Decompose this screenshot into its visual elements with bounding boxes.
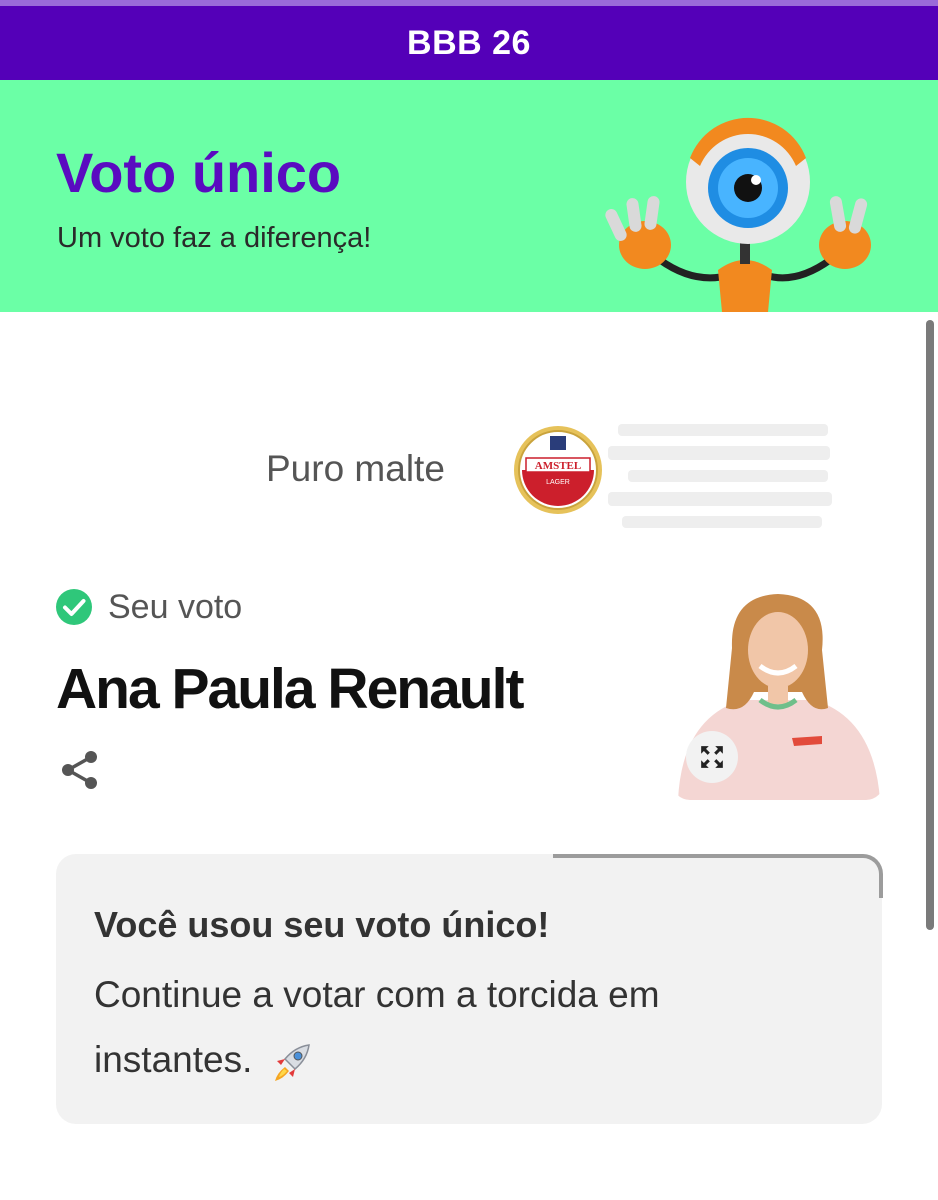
notice-body-wrapper: Continue a votar com a torcida em instan…: [94, 962, 754, 1092]
your-vote-label: Seu voto: [108, 588, 243, 626]
scrollbar[interactable]: [926, 320, 934, 930]
check-circle-icon: [56, 589, 92, 625]
hero-title: Voto único: [56, 141, 342, 204]
amstel-logo-icon: AMSTEL LAGER: [514, 426, 602, 514]
notice-body: Continue a votar com a torcida em instan…: [94, 974, 660, 1080]
amstel-logo-subtext: LAGER: [546, 479, 570, 486]
hero-banner: Voto único Um voto faz a diferença!: [0, 80, 938, 312]
candidate-name: Ana Paula Renault: [56, 657, 524, 721]
sponsor-label: Puro malte: [266, 448, 445, 489]
sponsor-faded-graphic: [608, 424, 832, 528]
share-icon: [62, 751, 97, 789]
amstel-logo-text: AMSTEL: [535, 460, 581, 472]
rocket-icon: [274, 1044, 310, 1082]
notice-title: Você usou seu voto único!: [94, 904, 550, 945]
share-button[interactable]: [58, 748, 102, 792]
expand-icon: [701, 746, 723, 768]
big-brother-eye-mascot-icon: [605, 117, 871, 312]
expand-photo-button[interactable]: [686, 731, 738, 783]
app-header: BBB 26: [0, 0, 938, 80]
hero-subtitle: Um voto faz a diferença!: [57, 222, 372, 254]
card-progress-arc: [553, 854, 883, 898]
app-title: BBB 26: [407, 23, 531, 62]
